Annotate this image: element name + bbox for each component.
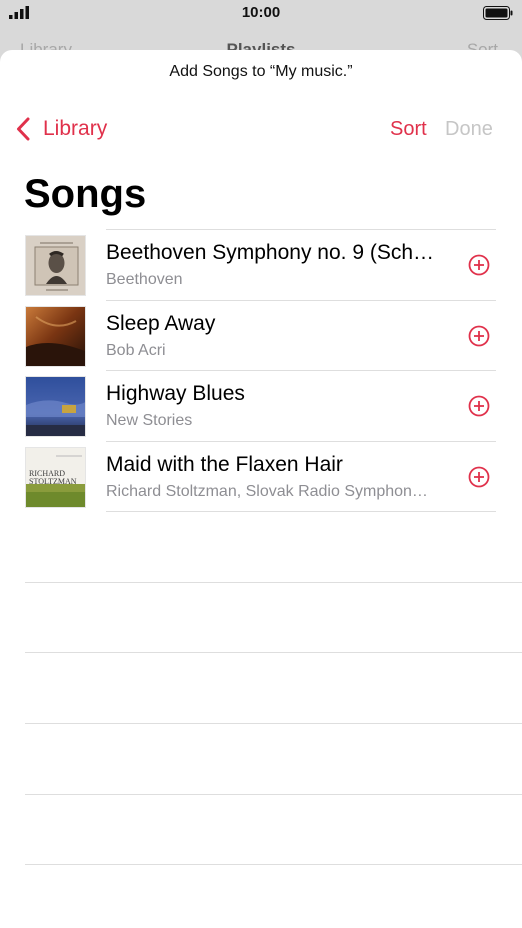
song-title: Maid with the Flaxen Hair [106,453,343,476]
add-song-button[interactable] [468,466,490,488]
add-song-button[interactable] [468,395,490,417]
album-art-highway-blues [25,376,86,437]
sort-button[interactable]: Sort [390,118,427,141]
add-song-button[interactable] [468,254,490,276]
chevron-left-icon [17,117,30,141]
library-back-label: Library [43,117,108,140]
album-art-sleep-away [25,306,86,367]
sheet-prompt: Add Songs to “My music.” [169,63,353,80]
album-art-text: STOLTZMAN [29,477,77,486]
battery-full-icon [483,6,513,20]
empty-row-divider [25,652,522,653]
page-title: Songs [24,172,147,216]
empty-row-divider [25,723,522,724]
plus-circle-icon [468,395,490,417]
song-artist: Bob Acri [106,342,166,359]
add-songs-sheet: Add Songs to “My music.” Library Sort Do… [0,50,522,928]
song-row[interactable]: Highway Blues New Stories [0,371,522,442]
song-row[interactable]: RICHARD STOLTZMAN Maid with the Flaxen H… [0,442,522,513]
song-artist: Richard Stoltzman, Slovak Radio Symphon… [106,483,428,500]
divider [106,511,496,512]
add-song-button[interactable] [468,325,490,347]
album-art-beethoven [25,235,86,296]
done-button[interactable]: Done [445,118,493,141]
plus-circle-icon [468,466,490,488]
empty-row-divider [25,864,522,865]
song-row[interactable]: Sleep Away Bob Acri [0,301,522,372]
song-title: Sleep Away [106,312,216,335]
empty-row-divider [25,794,522,795]
status-bar: 10:00 [0,0,522,28]
library-back-button[interactable]: Library [16,114,107,144]
plus-circle-icon [468,325,490,347]
song-title: Highway Blues [106,382,245,405]
song-artist: New Stories [106,412,193,429]
song-title: Beethoven Symphony no. 9 (Sch… [106,241,435,264]
plus-circle-icon [468,254,490,276]
empty-row-divider [25,582,522,583]
album-art-maid-flaxen-hair: RICHARD STOLTZMAN [25,447,86,508]
status-time: 10:00 [241,4,281,21]
song-artist: Beethoven [106,271,183,288]
song-row[interactable]: Beethoven Symphony no. 9 (Sch… Beethoven [0,230,522,301]
